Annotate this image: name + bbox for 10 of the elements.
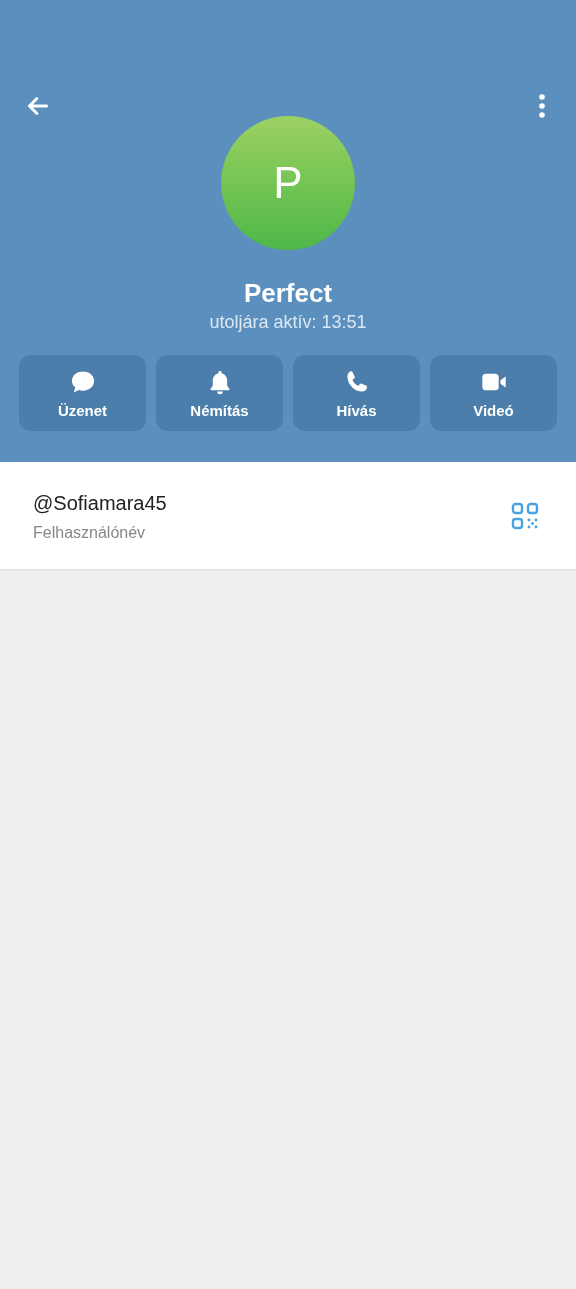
mute-button[interactable]: Némítás bbox=[156, 355, 283, 431]
message-button[interactable]: Üzenet bbox=[19, 355, 146, 431]
more-options-icon[interactable] bbox=[538, 94, 546, 118]
qr-code-icon[interactable] bbox=[511, 501, 539, 530]
last-seen-status: utoljára aktív: 13:51 bbox=[209, 311, 367, 334]
profile-name: Perfect bbox=[243, 277, 333, 309]
username-caption: Felhasználónév bbox=[33, 523, 147, 542]
username[interactable]: @Sofiamara45 bbox=[33, 489, 167, 516]
call-button[interactable]: Hívás bbox=[293, 355, 420, 431]
video-button[interactable]: Videó bbox=[430, 355, 557, 431]
